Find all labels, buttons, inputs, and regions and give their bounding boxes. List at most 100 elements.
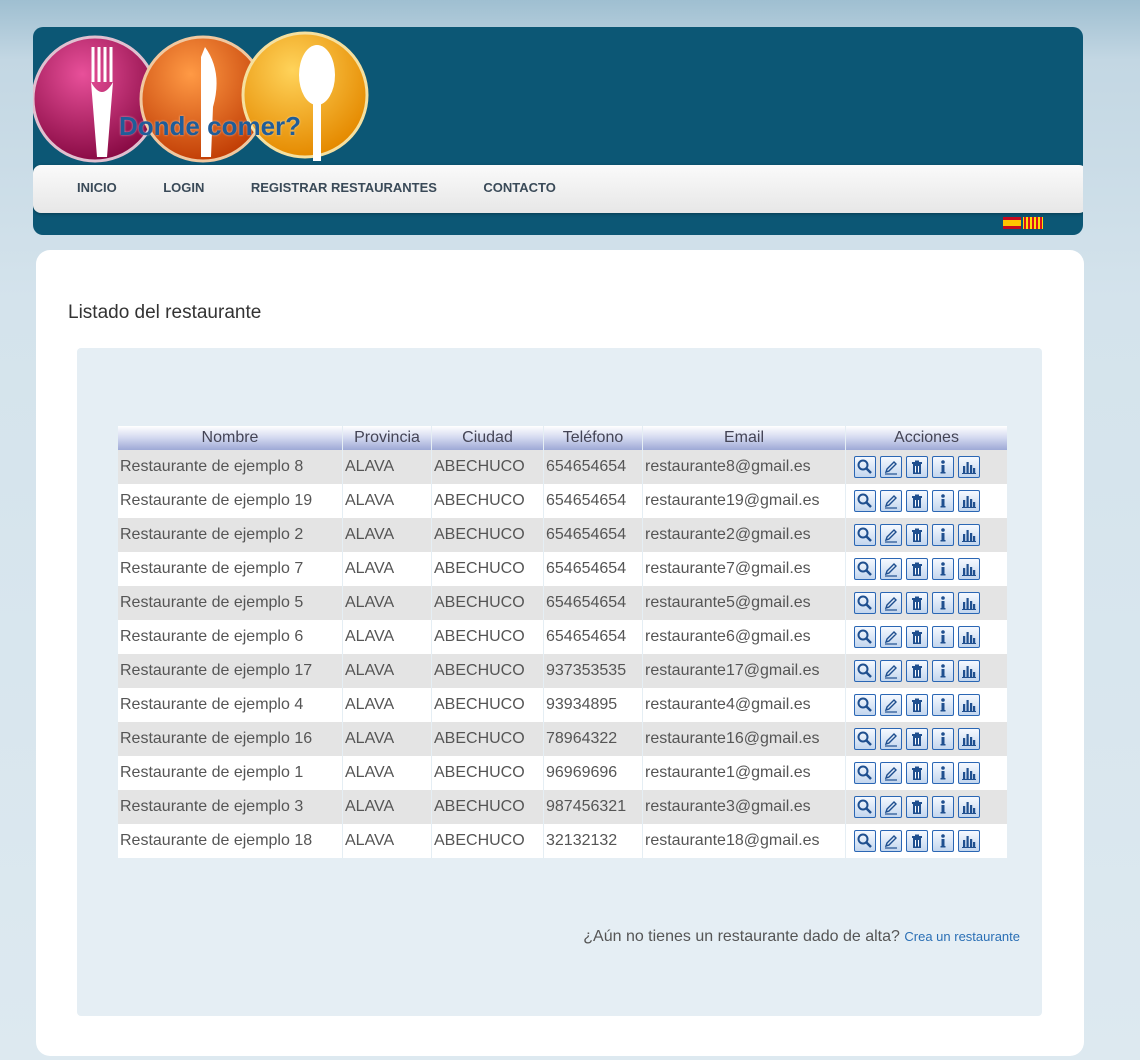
view-icon[interactable] [854,694,876,716]
cell-provincia: ALAVA [342,450,431,484]
delete-icon[interactable] [906,490,928,512]
info-icon[interactable] [932,524,954,546]
cell-ciudad: ABECHUCO [431,620,543,654]
info-icon[interactable] [932,728,954,750]
cell-provincia: ALAVA [342,824,431,858]
info-icon[interactable] [932,694,954,716]
info-icon[interactable] [932,626,954,648]
view-icon[interactable] [854,626,876,648]
view-icon[interactable] [854,558,876,580]
delete-icon[interactable] [906,456,928,478]
delete-icon[interactable] [906,694,928,716]
cell-nombre: Restaurante de ejemplo 3 [117,790,342,824]
cell-nombre: Restaurante de ejemplo 1 [117,756,342,790]
info-icon[interactable] [932,660,954,682]
restaurants-table: Nombre Provincia Ciudad Teléfono Email A… [117,426,1007,858]
cell-ciudad: ABECHUCO [431,654,543,688]
edit-icon[interactable] [880,694,902,716]
edit-icon[interactable] [880,762,902,784]
cell-ciudad: ABECHUCO [431,722,543,756]
stats-icon[interactable] [958,830,980,852]
stats-icon[interactable] [958,796,980,818]
stats-icon[interactable] [958,456,980,478]
cell-acciones [845,450,1007,484]
nav-item-registrar-restaurantes[interactable]: REGISTRAR RESTAURANTES [241,164,447,212]
language-flags [1003,217,1043,229]
cell-provincia: ALAVA [342,756,431,790]
info-icon[interactable] [932,592,954,614]
info-icon[interactable] [932,762,954,784]
info-icon[interactable] [932,796,954,818]
view-icon[interactable] [854,592,876,614]
stats-icon[interactable] [958,524,980,546]
delete-icon[interactable] [906,762,928,784]
delete-icon[interactable] [906,524,928,546]
create-restaurant-note: ¿Aún no tienes un restaurante dado de al… [583,928,1020,946]
view-icon[interactable] [854,660,876,682]
stats-icon[interactable] [958,728,980,750]
view-icon[interactable] [854,762,876,784]
create-restaurant-link[interactable]: Crea un restaurante [904,929,1020,944]
col-header-ciudad: Ciudad [431,426,543,450]
info-icon[interactable] [932,490,954,512]
edit-icon[interactable] [880,660,902,682]
stats-icon[interactable] [958,694,980,716]
stats-icon[interactable] [958,660,980,682]
delete-icon[interactable] [906,830,928,852]
cell-telefono: 987456321 [543,790,642,824]
table-row: Restaurante de ejemplo 5 ALAVA ABECHUCO 654… [117,586,1007,620]
site-title[interactable]: Donde comer? [119,111,301,142]
edit-icon[interactable] [880,490,902,512]
view-icon[interactable] [854,524,876,546]
cell-telefono: 654654654 [543,484,642,518]
view-icon[interactable] [854,456,876,478]
nav-item-contacto[interactable]: CONTACTO [473,164,565,212]
cell-email: restaurante5@gmail.es [642,586,845,620]
edit-icon[interactable] [880,728,902,750]
edit-icon[interactable] [880,830,902,852]
cell-acciones [845,552,1007,586]
edit-icon[interactable] [880,558,902,580]
cell-provincia: ALAVA [342,790,431,824]
delete-icon[interactable] [906,796,928,818]
edit-icon[interactable] [880,524,902,546]
delete-icon[interactable] [906,626,928,648]
info-icon[interactable] [932,830,954,852]
info-icon[interactable] [932,456,954,478]
cell-ciudad: ABECHUCO [431,790,543,824]
col-header-provincia: Provincia [342,426,431,450]
table-row: Restaurante de ejemplo 19 ALAVA ABECHUCO 65… [117,484,1007,518]
stats-icon[interactable] [958,626,980,648]
view-icon[interactable] [854,728,876,750]
delete-icon[interactable] [906,660,928,682]
nav-item-inicio[interactable]: INICIO [67,164,127,212]
delete-icon[interactable] [906,558,928,580]
cell-provincia: ALAVA [342,586,431,620]
edit-icon[interactable] [880,592,902,614]
main-content: Listado del restaurante Nombre Provincia… [36,250,1084,1056]
view-icon[interactable] [854,796,876,818]
delete-icon[interactable] [906,728,928,750]
cell-nombre: Restaurante de ejemplo 16 [117,722,342,756]
cell-ciudad: ABECHUCO [431,586,543,620]
stats-icon[interactable] [958,490,980,512]
edit-icon[interactable] [880,456,902,478]
table-row: Restaurante de ejemplo 3 ALAVA ABECHUCO 987… [117,790,1007,824]
edit-icon[interactable] [880,626,902,648]
stats-icon[interactable] [958,592,980,614]
spanish-flag-icon[interactable] [1003,217,1021,229]
catalan-flag-icon[interactable] [1023,217,1043,229]
table-row: Restaurante de ejemplo 1 ALAVA ABECHUCO 969… [117,756,1007,790]
cell-acciones [845,654,1007,688]
create-restaurant-question: ¿Aún no tienes un restaurante dado de al… [583,928,900,945]
stats-icon[interactable] [958,558,980,580]
cell-nombre: Restaurante de ejemplo 19 [117,484,342,518]
view-icon[interactable] [854,490,876,512]
edit-icon[interactable] [880,796,902,818]
stats-icon[interactable] [958,762,980,784]
info-icon[interactable] [932,558,954,580]
cell-provincia: ALAVA [342,620,431,654]
delete-icon[interactable] [906,592,928,614]
nav-item-login[interactable]: LOGIN [153,164,214,212]
view-icon[interactable] [854,830,876,852]
